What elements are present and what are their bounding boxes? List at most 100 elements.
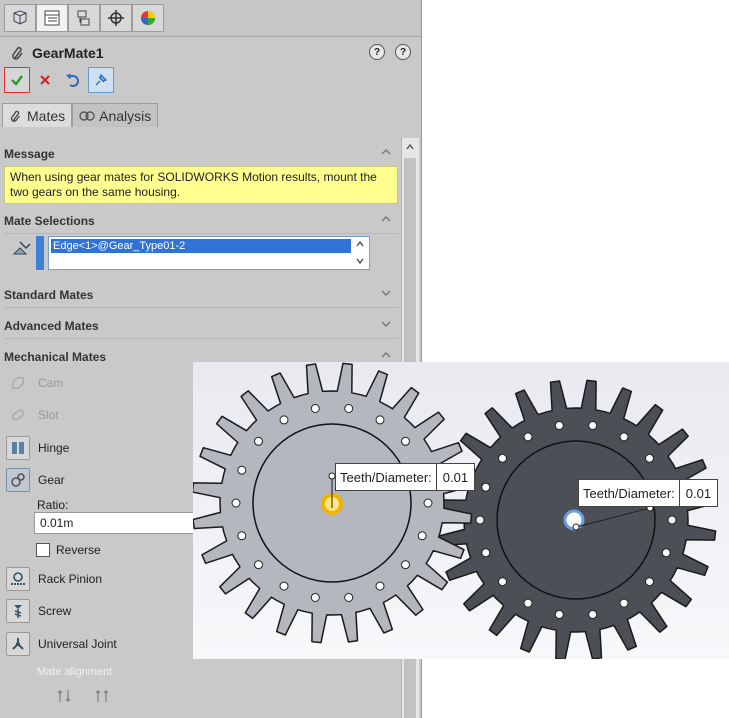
pushpin-button[interactable] xyxy=(88,67,114,93)
gear-hole xyxy=(523,598,533,608)
standard-mates-section-header[interactable]: Standard Mates xyxy=(4,283,398,308)
gear-hole xyxy=(554,610,564,619)
whats-new-icon[interactable]: ? xyxy=(369,44,385,60)
paperclip-icon xyxy=(10,110,21,122)
chevron-down-icon[interactable] xyxy=(355,256,365,266)
list-item[interactable]: Edge<1>@Gear_Type01-2 xyxy=(51,239,351,253)
display-manager-tab-icon xyxy=(141,11,155,25)
slot-label: Slot xyxy=(38,408,59,422)
gear-hole xyxy=(498,453,507,463)
cam-label: Cam xyxy=(38,376,64,390)
pushpin-icon xyxy=(95,73,108,86)
checkmark-icon xyxy=(11,75,23,86)
gear-icon xyxy=(6,468,30,492)
rack-pinion-label: Rack Pinion xyxy=(38,572,103,586)
x-icon xyxy=(40,75,50,85)
screw-mate-option[interactable]: Screw xyxy=(6,597,71,625)
gear-hole xyxy=(231,498,241,508)
chevron-up-icon xyxy=(381,149,391,155)
universal-joint-mate-option[interactable]: Universal Joint xyxy=(6,630,117,658)
aligned-button[interactable] xyxy=(56,688,72,707)
standard-mates-title: Standard Mates xyxy=(4,288,94,302)
gear-hole xyxy=(475,515,485,525)
gear-hole xyxy=(401,560,410,570)
callout-label: Teeth/Diameter: xyxy=(336,464,437,490)
ok-button[interactable] xyxy=(4,67,30,93)
universal-joint-label: Universal Joint xyxy=(38,637,117,651)
mate-selections-section-header[interactable]: Mate Selections xyxy=(4,209,398,234)
anti-aligned-icon xyxy=(95,690,109,702)
gear-hole xyxy=(417,531,427,541)
tab-mates-label: Mates xyxy=(27,107,66,124)
gear-assembly[interactable] xyxy=(193,362,729,659)
gear-hole xyxy=(667,515,677,525)
dimxpert-tab-icon xyxy=(108,10,124,26)
mechanical-mates-title: Mechanical Mates xyxy=(4,350,107,364)
chevron-up-icon xyxy=(381,216,391,222)
gear-hole xyxy=(423,498,433,508)
gear-hole xyxy=(401,436,410,446)
message-section-header[interactable]: Message xyxy=(4,142,398,167)
callout-target-right xyxy=(572,523,580,531)
gear-hole xyxy=(481,548,491,558)
gear-hole xyxy=(498,577,507,587)
tab-analysis-label: Analysis xyxy=(99,107,152,124)
gear-hole xyxy=(237,531,247,541)
gear-hole xyxy=(619,598,629,608)
chevron-down-icon xyxy=(381,290,391,296)
gear-hole xyxy=(344,404,354,413)
feature-title: GearMate1 xyxy=(32,45,104,61)
configuration-manager-tab[interactable] xyxy=(68,4,100,32)
chevron-up-icon xyxy=(381,352,391,358)
undo-icon xyxy=(66,74,79,87)
dimxpert-tab[interactable] xyxy=(100,4,132,32)
gear-hole xyxy=(523,432,533,442)
cam-mate-option[interactable]: Cam xyxy=(6,369,63,397)
display-manager-tab[interactable] xyxy=(132,4,164,32)
hinge-mate-option[interactable]: Hinge xyxy=(6,434,69,462)
help-icon[interactable]: ? xyxy=(395,44,411,60)
gear-hole xyxy=(645,577,654,587)
entities-to-mate-icon xyxy=(12,241,31,255)
mate-alignment-label: Mate alignment xyxy=(37,666,113,678)
reverse-checkbox[interactable] xyxy=(36,543,50,557)
ratio-label: Ratio: xyxy=(37,498,69,512)
reverse-option[interactable]: Reverse xyxy=(36,543,101,557)
callout-value[interactable]: 0.01 xyxy=(680,480,717,506)
tab-analysis[interactable]: Analysis xyxy=(72,103,159,127)
screw-icon xyxy=(6,599,30,623)
advanced-mates-title: Advanced Mates xyxy=(4,319,99,333)
rack-pinion-icon xyxy=(6,567,30,591)
gear-mate-option[interactable]: Gear xyxy=(6,466,65,494)
slot-icon xyxy=(6,403,30,427)
cancel-button[interactable] xyxy=(32,67,58,93)
tab-mates[interactable]: Mates xyxy=(2,103,73,127)
rack-pinion-mate-option[interactable]: Rack Pinion xyxy=(6,565,102,593)
gear-hole xyxy=(254,560,263,570)
graphics-area[interactable]: Teeth/Diameter: 0.01 Teeth/Diameter: 0.0… xyxy=(193,362,729,659)
undo-button[interactable] xyxy=(60,67,86,93)
gear-hole xyxy=(279,581,289,591)
propertymanager-tab[interactable] xyxy=(36,4,68,32)
mate-selection-list[interactable]: Edge<1>@Gear_Type01-2 xyxy=(48,236,370,270)
gear-hole xyxy=(254,436,263,446)
teeth-diameter-callout-left[interactable]: Teeth/Diameter: 0.01 xyxy=(335,463,476,491)
gear-hole xyxy=(237,465,247,475)
chevron-up-icon[interactable] xyxy=(405,142,415,152)
gear-hole xyxy=(375,581,385,591)
featuremanager-tab[interactable] xyxy=(4,4,36,32)
hinge-label: Hinge xyxy=(38,441,70,455)
gear-hole xyxy=(554,421,564,430)
chevron-up-icon[interactable] xyxy=(355,239,365,249)
callout-label: Teeth/Diameter: xyxy=(579,480,680,506)
chevron-down-icon xyxy=(381,321,391,327)
slot-mate-option[interactable]: Slot xyxy=(6,401,59,429)
gear-hole xyxy=(588,610,598,619)
featuremanager-tab-icon xyxy=(13,10,27,25)
callout-value[interactable]: 0.01 xyxy=(437,464,474,490)
anti-aligned-button[interactable] xyxy=(94,688,110,707)
aligned-icon xyxy=(57,690,71,702)
advanced-mates-section-header[interactable]: Advanced Mates xyxy=(4,314,398,339)
teeth-diameter-callout-right[interactable]: Teeth/Diameter: 0.01 xyxy=(578,479,719,507)
gear-hole xyxy=(310,404,320,413)
